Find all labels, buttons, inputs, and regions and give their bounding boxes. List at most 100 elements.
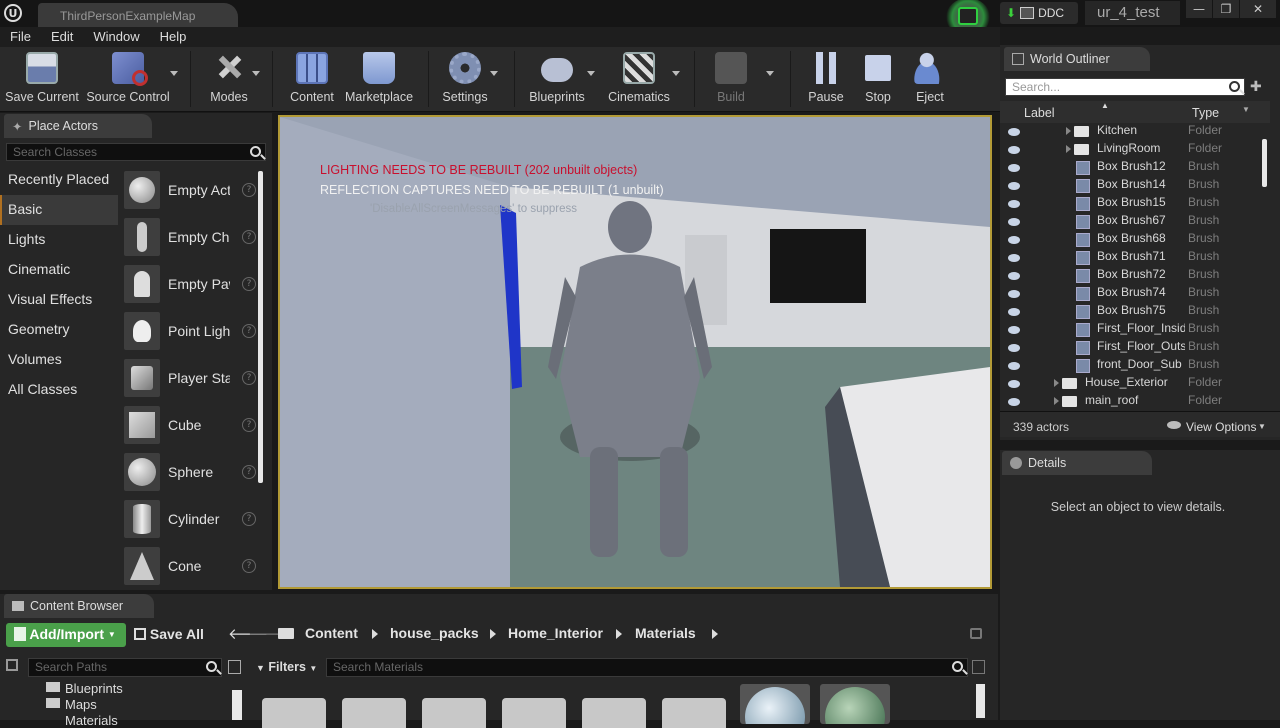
- category-all-classes[interactable]: All Classes: [0, 375, 118, 405]
- actor-empty-character[interactable]: Empty Character?: [124, 215, 256, 259]
- save-search-icon[interactable]: [972, 660, 985, 674]
- outliner-row[interactable]: First_Floor_OutsideBrush: [1004, 339, 1268, 357]
- details-tab[interactable]: Details: [1002, 451, 1152, 475]
- actor-empty-pawn[interactable]: Empty Pawn?: [124, 262, 256, 306]
- view-options-dropdown-icon[interactable]: ▼: [1258, 422, 1266, 431]
- help-icon[interactable]: ?: [242, 465, 256, 479]
- material-thumbnail[interactable]: [740, 684, 810, 724]
- asset-scrollbar[interactable]: [976, 684, 985, 718]
- outliner-row[interactable]: Box Brush71 Brush: [1004, 249, 1268, 267]
- category-basic[interactable]: Basic: [0, 195, 118, 225]
- map-tab[interactable]: ThirdPersonExampleMap: [38, 3, 238, 27]
- menu-help[interactable]: Help: [150, 27, 197, 47]
- category-lights[interactable]: Lights: [0, 225, 118, 255]
- tree-item-materials[interactable]: Materials: [65, 713, 118, 728]
- filters-button[interactable]: ▼ Filters ▼: [256, 660, 317, 674]
- actor-cylinder[interactable]: Cylinder?: [124, 497, 256, 541]
- visibility-eye-icon[interactable]: [1008, 128, 1020, 136]
- visibility-eye-icon[interactable]: [1008, 308, 1020, 316]
- category-geometry[interactable]: Geometry: [0, 315, 118, 345]
- help-icon[interactable]: ?: [242, 559, 256, 573]
- settings-dropdown-icon[interactable]: [490, 71, 498, 76]
- search-paths-input[interactable]: Search Paths: [28, 658, 222, 677]
- expand-arrow-icon[interactable]: [1066, 145, 1071, 153]
- outliner-row[interactable]: Box Brush12 Brush: [1004, 159, 1268, 177]
- menu-file[interactable]: File: [0, 27, 41, 47]
- help-icon[interactable]: ?: [242, 183, 256, 197]
- marketplace-button[interactable]: Marketplace: [344, 47, 414, 111]
- visibility-eye-icon[interactable]: [1008, 344, 1020, 352]
- outliner-row[interactable]: House_Exterior Folder: [1004, 375, 1268, 393]
- stop-button[interactable]: Stop: [858, 47, 898, 111]
- eject-button[interactable]: Eject: [908, 47, 952, 111]
- actor-cone[interactable]: Cone?: [124, 544, 256, 588]
- type-column-header[interactable]: Type: [1192, 106, 1219, 120]
- visibility-eye-icon[interactable]: [1008, 398, 1020, 406]
- lock-icon[interactable]: [970, 628, 982, 639]
- outliner-row[interactable]: Box Brush67 Brush: [1004, 213, 1268, 231]
- minimize-button[interactable]: —: [1186, 0, 1212, 18]
- add-filter-icon[interactable]: ✚: [1250, 79, 1268, 95]
- search-classes-input[interactable]: Search Classes: [6, 143, 266, 161]
- world-outliner-tab[interactable]: World Outliner: [1004, 47, 1150, 71]
- outliner-row[interactable]: Box Brush14 Brush: [1004, 177, 1268, 195]
- content-button[interactable]: Content: [286, 47, 338, 111]
- breadcrumb-chevron-icon[interactable]: [372, 629, 378, 639]
- asset-folder[interactable]: [342, 698, 406, 728]
- actor-cube[interactable]: Cube?: [124, 403, 256, 447]
- actor-empty-actor[interactable]: Empty Actor?: [124, 168, 256, 212]
- breadcrumb-materials[interactable]: Materials: [635, 625, 696, 641]
- level-viewport[interactable]: LIGHTING NEEDS TO BE REBUILT (202 unbuil…: [278, 115, 992, 589]
- actor-point-light[interactable]: Point Light?: [124, 309, 256, 353]
- category-visual-effects[interactable]: Visual Effects: [0, 285, 118, 315]
- category-volumes[interactable]: Volumes: [0, 345, 118, 375]
- actor-player-start[interactable]: Player Start?: [124, 356, 256, 400]
- visibility-eye-icon[interactable]: [1008, 218, 1020, 226]
- source-control-dropdown-icon[interactable]: [170, 71, 178, 76]
- help-icon[interactable]: ?: [242, 418, 256, 432]
- place-actors-tab[interactable]: ✦ Place Actors: [4, 114, 152, 138]
- cinematics-button[interactable]: Cinematics: [604, 47, 674, 111]
- label-column-header[interactable]: Label: [1024, 106, 1055, 120]
- visibility-eye-icon[interactable]: [1008, 164, 1020, 172]
- asset-folder[interactable]: [582, 698, 646, 728]
- visibility-eye-icon[interactable]: [1008, 182, 1020, 190]
- modes-button[interactable]: Modes: [204, 47, 254, 111]
- build-button[interactable]: Build: [708, 47, 754, 111]
- add-import-button[interactable]: Add/Import ▼: [6, 623, 126, 647]
- visibility-eye-icon[interactable]: [1008, 362, 1020, 370]
- pause-button[interactable]: Pause: [804, 47, 848, 111]
- save-all-button[interactable]: Save All: [134, 626, 204, 642]
- tree-item-blueprints[interactable]: Blueprints: [65, 681, 123, 696]
- visibility-eye-icon[interactable]: [1008, 380, 1020, 388]
- search-materials-input[interactable]: Search Materials: [326, 658, 968, 677]
- visibility-eye-icon[interactable]: [1008, 146, 1020, 154]
- outliner-row[interactable]: Box Brush72 Brush: [1004, 267, 1268, 285]
- expand-arrow-icon[interactable]: [1054, 397, 1059, 405]
- category-cinematic[interactable]: Cinematic: [0, 255, 118, 285]
- visibility-eye-icon[interactable]: [1008, 254, 1020, 262]
- modes-dropdown-icon[interactable]: [252, 71, 260, 76]
- column-menu-icon[interactable]: ▼: [1242, 105, 1250, 114]
- breadcrumb-house-packs[interactable]: house_packs: [390, 625, 479, 641]
- view-options-button[interactable]: View Options: [1186, 420, 1256, 434]
- help-icon[interactable]: ?: [242, 324, 256, 338]
- outliner-row[interactable]: front_Door_Sub Brush: [1004, 357, 1268, 375]
- breadcrumb-content[interactable]: Content: [305, 625, 358, 641]
- ddc-indicator[interactable]: ⬇ DDC: [1000, 2, 1078, 24]
- blueprints-button[interactable]: Blueprints: [526, 47, 588, 111]
- visibility-eye-icon[interactable]: [1008, 326, 1020, 334]
- category-recently-placed[interactable]: Recently Placed: [0, 165, 118, 195]
- outliner-row[interactable]: main_roof Folder: [1004, 393, 1268, 411]
- visibility-eye-icon[interactable]: [1008, 200, 1020, 208]
- outliner-row[interactable]: LivingRoom Folder: [1004, 141, 1268, 159]
- settings-button[interactable]: Settings: [438, 47, 492, 111]
- help-icon[interactable]: ?: [242, 371, 256, 385]
- close-button[interactable]: ✕: [1240, 0, 1276, 18]
- material-thumbnail[interactable]: [820, 684, 890, 724]
- tree-item-maps[interactable]: Maps: [65, 697, 97, 712]
- blueprints-dropdown-icon[interactable]: [587, 71, 595, 76]
- outliner-row[interactable]: Box Brush74 Brush: [1004, 285, 1268, 303]
- save-current-button[interactable]: Save Current: [4, 47, 80, 111]
- sources-toggle-icon[interactable]: [6, 659, 18, 671]
